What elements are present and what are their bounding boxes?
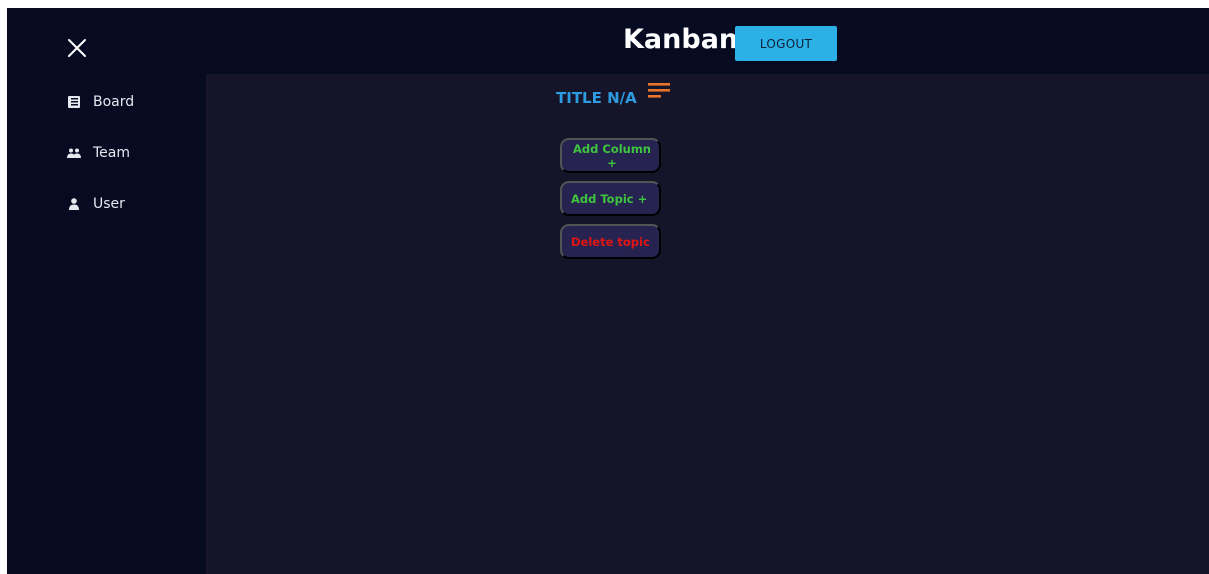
add-column-button[interactable]: Add Column + [560, 138, 661, 173]
sidebar-item-user[interactable]: User [67, 192, 125, 216]
hamburger-menu-icon[interactable] [648, 83, 670, 99]
app-frame: Board Team User Kanban LOGOUT TITLE N/A … [7, 8, 1209, 574]
sidebar-item-label: Board [93, 94, 135, 110]
delete-topic-button[interactable]: Delete topic [560, 224, 661, 259]
close-icon[interactable] [65, 36, 89, 60]
board-icon [67, 95, 81, 109]
board-title: TITLE N/A [556, 89, 637, 107]
sidebar: Board Team User [7, 8, 206, 574]
sidebar-item-label: Team [93, 145, 131, 161]
add-topic-button[interactable]: Add Topic + [560, 181, 661, 216]
app-brand: Kanban [623, 24, 739, 55]
sidebar-item-board[interactable]: Board [67, 90, 134, 114]
team-icon [67, 146, 81, 160]
logout-button[interactable]: LOGOUT [735, 26, 837, 61]
sidebar-item-team[interactable]: Team [67, 141, 130, 165]
sidebar-item-label: User [93, 196, 125, 212]
user-icon [67, 197, 81, 211]
